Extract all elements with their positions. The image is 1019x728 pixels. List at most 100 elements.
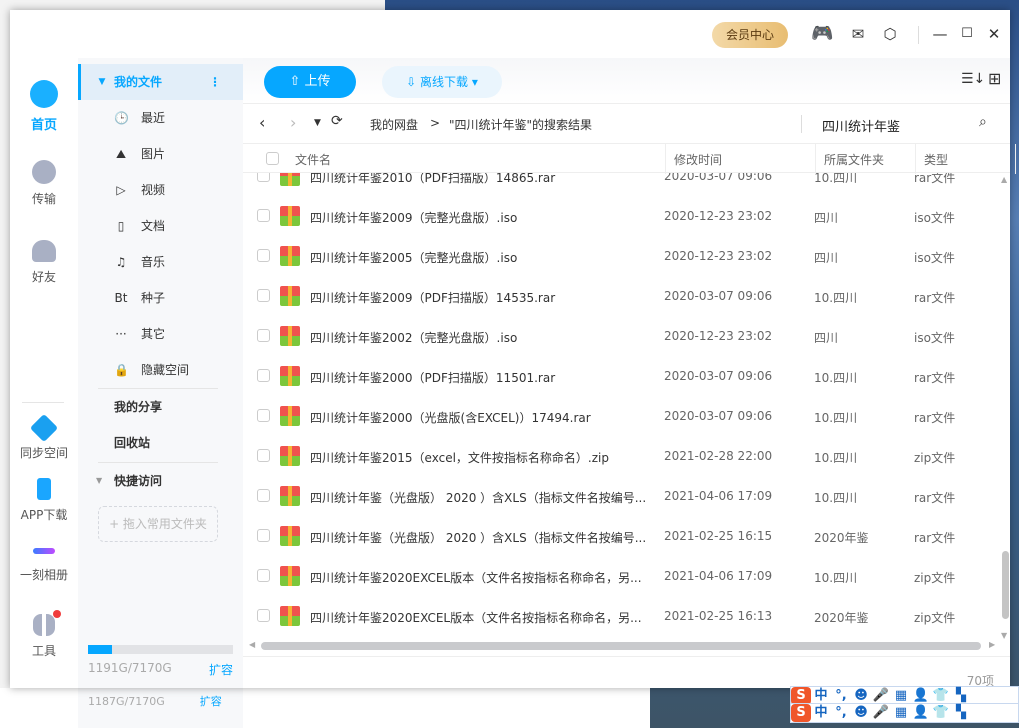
file-name[interactable]: 四川统计年鉴2020EXCEL版本（文件名按指标名称命名，另... — [310, 569, 642, 586]
sidebar-item[interactable]: ▷ 视频 — [78, 172, 243, 208]
maximize-icon[interactable]: ☐ — [957, 24, 977, 44]
rail-tools[interactable]: 工具 — [10, 610, 78, 659]
file-folder[interactable]: 10.四川 — [814, 569, 857, 586]
file-folder[interactable]: 10.四川 — [814, 409, 857, 426]
rail-album[interactable]: 一刻相册 — [10, 538, 78, 583]
refresh-icon[interactable]: ⟳ — [331, 113, 343, 129]
file-name[interactable]: 四川统计年鉴2009（完整光盘版）.iso — [310, 209, 517, 226]
row-checkbox[interactable] — [257, 409, 270, 422]
row-checkbox[interactable] — [257, 529, 270, 542]
grid-view-icon[interactable]: ⊞ — [988, 69, 1001, 88]
forward-icon[interactable]: › — [290, 113, 296, 132]
sidebar-item[interactable]: 🕒 最近 — [78, 100, 243, 136]
file-name[interactable]: 四川统计年鉴2000（PDF扫描版）11501.rar — [310, 369, 555, 386]
file-folder[interactable]: 10.四川 — [814, 449, 857, 466]
file-folder[interactable]: 10.四川 — [814, 489, 857, 506]
rail-app[interactable]: APP下载 — [10, 478, 78, 523]
file-name[interactable]: 四川统计年鉴2000（光盘版(含EXCEL)）17494.rar — [310, 409, 591, 426]
search-icon[interactable]: ⌕ — [979, 114, 987, 130]
file-row[interactable]: 四川统计年鉴2009（PDF扫描版）14535.rar 2020-03-07 09… — [243, 276, 1003, 316]
sidebar-my-files[interactable]: ▼ 我的文件 ⋮ — [78, 64, 243, 100]
file-row[interactable]: 四川统计年鉴2009（完整光盘版）.iso 2020-12-23 23:02 四川 i… — [243, 196, 1003, 236]
sidebar-quick-access[interactable]: ▼ 快捷访问 — [78, 463, 243, 499]
sort-icon[interactable]: ☰↓ — [961, 71, 985, 87]
file-row[interactable]: 四川统计年鉴（光盘版） 2020 ）含XLS（指标文件名按编号... 2021-0… — [243, 476, 1003, 516]
file-folder[interactable]: 四川 — [814, 249, 838, 266]
sidebar-item[interactable]: Bt 种子 — [78, 280, 243, 316]
file-name[interactable]: 四川统计年鉴2010（PDF扫描版）14865.rar — [310, 173, 555, 186]
file-row[interactable]: 四川统计年鉴2000（光盘版(含EXCEL)）17494.rar 2020-03-… — [243, 396, 1003, 436]
file-folder[interactable]: 10.四川 — [814, 289, 857, 306]
game-icon[interactable]: 🎮 — [811, 24, 833, 44]
sidebar-item[interactable]: 🔒 隐藏空间 — [78, 352, 243, 388]
file-folder[interactable]: 四川 — [814, 209, 838, 226]
drop-folder-zone[interactable]: + 拖入常用文件夹 — [98, 506, 218, 542]
back-icon[interactable]: ‹ — [259, 113, 265, 132]
file-name[interactable]: 四川统计年鉴（光盘版） 2020 ）含XLS（指标文件名按编号... — [310, 529, 646, 546]
ime-button[interactable]: 👕 — [931, 704, 951, 722]
row-checkbox[interactable] — [257, 449, 270, 462]
close-icon[interactable]: ✕ — [984, 24, 1004, 44]
more-icon[interactable]: ⋮ — [209, 64, 221, 100]
file-name[interactable]: 四川统计年鉴（光盘版） 2020 ）含XLS（指标文件名按编号... — [310, 489, 646, 506]
upload-button[interactable]: ⇧ 上传 — [264, 66, 356, 98]
column-folder[interactable]: 所属文件夹 — [824, 151, 884, 168]
file-folder[interactable]: 2020年鉴 — [814, 609, 869, 626]
row-checkbox[interactable] — [257, 329, 270, 342]
rail-home[interactable]: 首页 — [10, 80, 78, 133]
row-checkbox[interactable] — [257, 173, 270, 182]
file-folder[interactable]: 2020年鉴 — [814, 529, 869, 546]
scrollbar-thumb[interactable] — [261, 642, 981, 650]
sogou-logo-icon[interactable]: S — [791, 704, 811, 722]
file-row[interactable]: 四川统计年鉴2020EXCEL版本（文件名按指标名称命名，另... 2021-02… — [243, 596, 1003, 636]
sidebar-item[interactable]: ▯ 文档 — [78, 208, 243, 244]
expand-link[interactable]: 扩容 — [209, 661, 233, 678]
breadcrumb-root[interactable]: 我的网盘 — [370, 116, 418, 133]
ime-button[interactable]: 中 — [811, 704, 831, 722]
rail-transfer[interactable]: 传输 — [10, 160, 78, 207]
file-folder[interactable]: 10.四川 — [814, 173, 857, 186]
sidebar-item[interactable]: ♫ 音乐 — [78, 244, 243, 280]
row-checkbox[interactable] — [257, 609, 270, 622]
file-row[interactable]: 四川统计年鉴2015（excel，文件按指标名称命名）.zip 2021-02-2… — [243, 436, 1003, 476]
column-time[interactable]: 修改时间 — [674, 151, 722, 168]
file-row[interactable]: 四川统计年鉴2000（PDF扫描版）11501.rar 2020-03-07 09… — [243, 356, 1003, 396]
row-checkbox[interactable] — [257, 489, 270, 502]
horizontal-scrollbar[interactable]: ◀ ▶ — [249, 640, 997, 652]
row-checkbox[interactable] — [257, 369, 270, 382]
select-all-checkbox[interactable] — [266, 152, 279, 165]
column-name[interactable]: 文件名 — [295, 151, 331, 168]
file-folder[interactable]: 四川 — [814, 329, 838, 346]
file-row[interactable]: 四川统计年鉴2020EXCEL版本（文件名按指标名称命名，另... 2021-04… — [243, 556, 1003, 596]
file-name[interactable]: 四川统计年鉴2002（完整光盘版）.iso — [310, 329, 517, 346]
vip-center-button[interactable]: 会员中心 — [712, 22, 788, 48]
row-checkbox[interactable] — [257, 289, 270, 302]
history-dropdown-icon[interactable]: ▼ — [314, 118, 321, 128]
file-row[interactable]: 四川统计年鉴2002（完整光盘版）.iso 2020-12-23 23:02 四川 i… — [243, 316, 1003, 356]
row-checkbox[interactable] — [257, 249, 270, 262]
ime-button[interactable]: °, — [831, 704, 851, 722]
ime-button[interactable]: ▦ — [891, 704, 911, 722]
column-type[interactable]: 类型 — [924, 151, 948, 168]
offline-download-button[interactable]: ⇩ 离线下载 ▾ — [382, 66, 502, 98]
ime-toolbar[interactable]: S 中 °, ☻ 🎤 ▦ 👤 👕 ▚ — [790, 703, 1019, 723]
row-checkbox[interactable] — [257, 209, 270, 222]
sidebar-recycle[interactable]: 回收站 — [78, 425, 243, 461]
ime-button[interactable]: ▚ — [951, 704, 971, 722]
ime-button[interactable]: 👤 — [911, 704, 931, 722]
file-name[interactable]: 四川统计年鉴2015（excel，文件按指标名称命名）.zip — [310, 449, 609, 466]
sidebar-item[interactable]: ⛰ 图片 — [78, 136, 243, 172]
minimize-icon[interactable]: — — [930, 24, 950, 44]
rail-friends[interactable]: 好友 — [10, 240, 78, 285]
vertical-scrollbar[interactable]: ▲ ▼ — [1000, 173, 1010, 643]
file-row[interactable]: 四川统计年鉴2005（完整光盘版）.iso 2020-12-23 23:02 四川 i… — [243, 236, 1003, 276]
ime-button[interactable]: ☻ — [851, 704, 871, 722]
mail-icon[interactable]: ✉ — [848, 24, 868, 44]
file-row[interactable]: 四川统计年鉴（光盘版） 2020 ）含XLS（指标文件名按编号... 2021-0… — [243, 516, 1003, 556]
file-name[interactable]: 四川统计年鉴2009（PDF扫描版）14535.rar — [310, 289, 555, 306]
file-row[interactable]: 四川统计年鉴2010（PDF扫描版）14865.rar 2020-03-07 09… — [243, 173, 1003, 196]
search-input[interactable]: 四川统计年鉴 — [822, 116, 900, 135]
sidebar-my-share[interactable]: 我的分享 — [78, 389, 243, 425]
sidebar-item[interactable]: ··· 其它 — [78, 316, 243, 352]
scrollbar-thumb[interactable] — [1002, 551, 1009, 619]
